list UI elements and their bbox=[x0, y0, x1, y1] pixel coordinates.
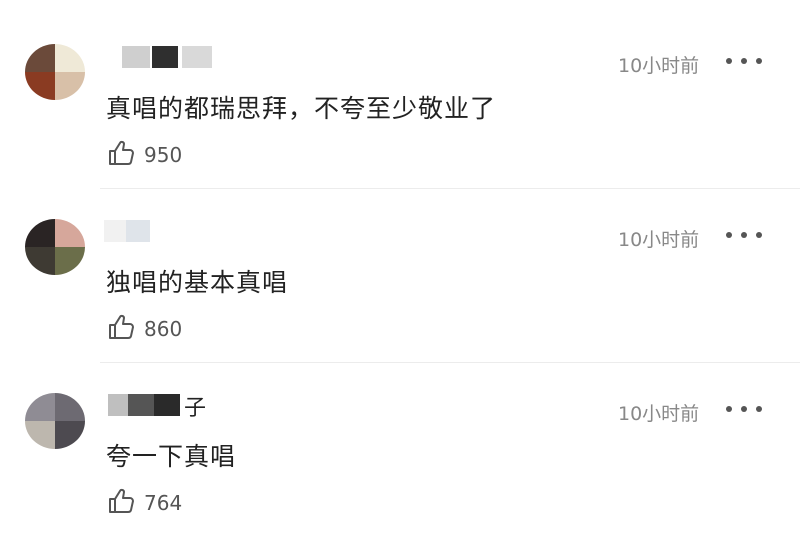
username[interactable] bbox=[104, 46, 224, 76]
avatar[interactable] bbox=[25, 219, 85, 275]
more-icon[interactable] bbox=[726, 56, 762, 66]
avatar[interactable] bbox=[25, 393, 85, 449]
avatar[interactable] bbox=[25, 44, 85, 100]
comment-item: 子 10小时前 夸一下真唱 764 bbox=[0, 348, 800, 522]
username-text: 子 bbox=[184, 396, 207, 421]
comment-text: 真唱的都瑞思拜，不夸至少敬业了 bbox=[106, 94, 497, 123]
like-count: 764 bbox=[144, 491, 183, 515]
comment-text: 夸一下真唱 bbox=[106, 442, 237, 471]
more-icon[interactable] bbox=[726, 230, 762, 240]
like-icon[interactable] bbox=[106, 486, 136, 516]
comment-item: 10小时前 独唱的基本真唱 860 bbox=[0, 174, 800, 363]
like-icon[interactable] bbox=[106, 312, 136, 342]
username[interactable] bbox=[104, 220, 224, 250]
comment-item: 10小时前 真唱的都瑞思拜，不夸至少敬业了 950 bbox=[0, 0, 800, 189]
like-count: 860 bbox=[144, 317, 183, 341]
like-count: 950 bbox=[144, 143, 183, 167]
comment-text: 独唱的基本真唱 bbox=[106, 268, 289, 297]
like-icon[interactable] bbox=[106, 138, 136, 168]
username[interactable]: 子 bbox=[104, 394, 224, 424]
timestamp: 10小时前 bbox=[618, 55, 700, 77]
timestamp: 10小时前 bbox=[618, 403, 700, 425]
timestamp: 10小时前 bbox=[618, 229, 700, 251]
more-icon[interactable] bbox=[726, 404, 762, 414]
